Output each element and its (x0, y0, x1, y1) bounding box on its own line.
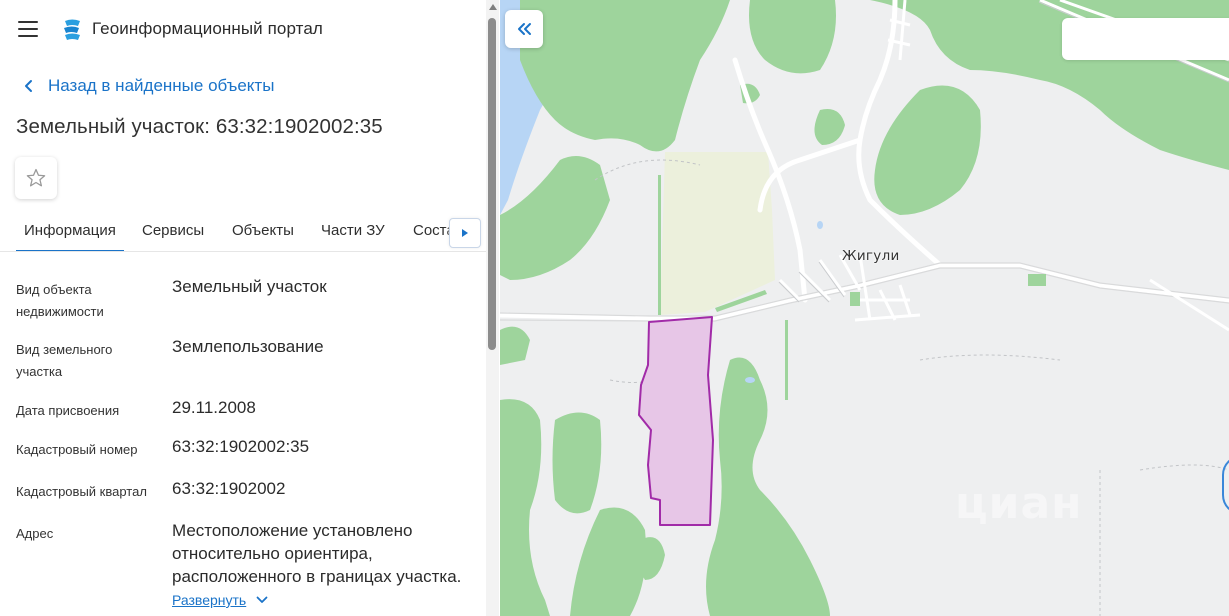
caret-right-icon (462, 229, 468, 237)
tabs-scroll-right-button[interactable] (449, 218, 481, 248)
app-title: Геоинформационный портал (92, 19, 323, 38)
settlement-label: Жигули (842, 248, 900, 264)
agricultural-field (660, 152, 775, 315)
forest-areas (500, 0, 1229, 616)
detail-label: Адрес (16, 526, 54, 541)
collapse-panel-button[interactable] (505, 10, 543, 48)
detail-value: 63:32:1902002 (172, 479, 286, 498)
detail-value: 63:32:1902002:35 (172, 437, 310, 456)
detail-value: 29.11.2008 (172, 398, 256, 417)
tab-info[interactable]: Информация (16, 222, 124, 251)
expand-address-link[interactable]: Развернуть (172, 592, 268, 608)
object-info-panel: Геоинформационный портал Назад в найденн… (0, 0, 500, 616)
detail-value: Местоположение установлено относительно … (172, 521, 462, 586)
tab-objects[interactable]: Объекты (232, 222, 294, 239)
detail-label: Кадастровый квартал (16, 484, 147, 499)
scroll-up-arrow-icon[interactable] (489, 4, 497, 10)
detail-label: Кадастровый номер (16, 442, 138, 457)
panel-scrollbar[interactable] (486, 0, 499, 616)
portal-logo-icon (61, 18, 83, 42)
detail-value: Земельный участок (172, 277, 327, 296)
tab-services[interactable]: Сервисы (142, 222, 204, 239)
chevron-left-icon (25, 80, 32, 92)
back-link-label: Назад в найденные объекты (48, 76, 275, 95)
detail-value: Землепользование (172, 337, 324, 356)
hamburger-menu-icon[interactable] (18, 21, 38, 37)
map-view[interactable]: Жигули циан (500, 0, 1229, 616)
double-chevron-left-icon (518, 23, 531, 35)
favorite-button[interactable] (15, 157, 57, 199)
selected-parcel (638, 316, 714, 526)
map-search-input[interactable] (1062, 18, 1229, 60)
object-tabs: Информация Сервисы Объекты Части ЗУ Сост… (0, 212, 486, 252)
cian-watermark: циан (955, 478, 1083, 529)
chevron-down-icon (256, 596, 268, 603)
detail-label: Вид земельного участка (16, 342, 113, 379)
app-header: Геоинформационный портал (0, 0, 486, 60)
back-to-results-link[interactable]: Назад в найденные объекты (20, 74, 274, 98)
detail-label: Вид объекта недвижимости (16, 282, 104, 319)
detail-label: Дата присвоения (16, 403, 120, 418)
expand-label: Развернуть (172, 592, 247, 608)
page-title: Земельный участок: 63:32:1902002:35 (16, 115, 383, 138)
star-outline-icon (26, 168, 46, 187)
map-canvas[interactable] (500, 0, 1229, 616)
scrollbar-thumb[interactable] (488, 18, 496, 350)
tab-parcel-parts[interactable]: Части ЗУ (321, 222, 385, 239)
